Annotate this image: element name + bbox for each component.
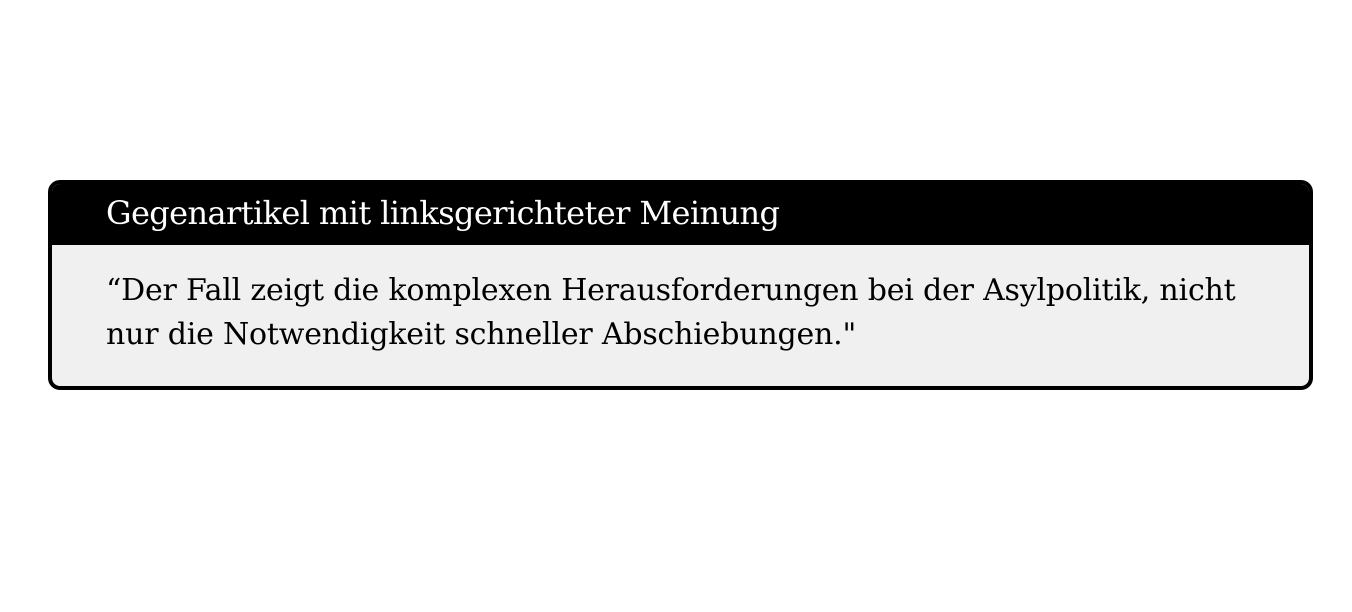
quote-text: “Der Fall zeigt die komplexen Herausford…	[106, 273, 1236, 352]
counter-article-card: Gegenartikel mit linksgerichteter Meinun…	[48, 180, 1313, 390]
card-title: Gegenartikel mit linksgerichteter Meinun…	[52, 184, 1309, 245]
